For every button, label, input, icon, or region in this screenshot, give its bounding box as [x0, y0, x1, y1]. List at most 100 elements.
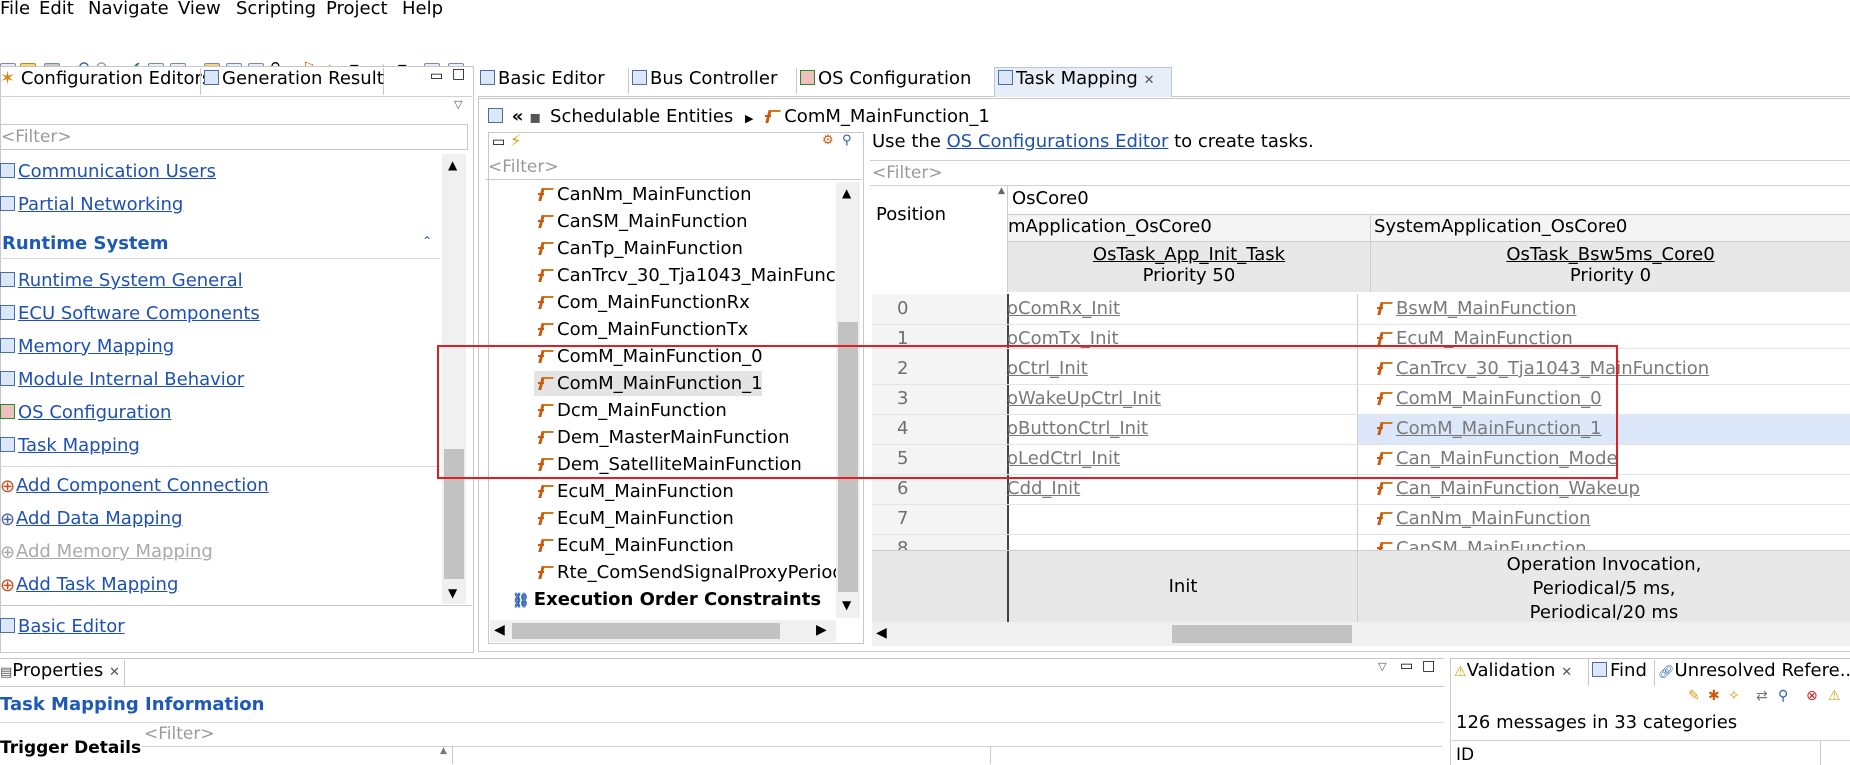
nav-communication-users[interactable]: Communication Users — [0, 161, 216, 182]
scroll-thumb[interactable] — [1172, 625, 1352, 643]
scroll-up-icon[interactable]: ▲ — [842, 186, 851, 200]
link-basic-editor[interactable]: Basic Editor — [0, 616, 125, 637]
filter-icon[interactable]: ⚲ — [1778, 688, 1788, 704]
task1-header[interactable]: OsTask_App_Init_Task Priority 50 — [1008, 242, 1371, 292]
tab-properties[interactable]: ▤Properties ✕ — [0, 660, 120, 688]
task-runnable-cell[interactable]: BswM_MainFunction — [1396, 298, 1577, 319]
task-runnable-cell[interactable]: ComM_MainFunction_1 — [1396, 418, 1602, 439]
tree-item[interactable]: CanSM_MainFunction — [538, 211, 748, 232]
table-row[interactable]: 6 Cdd_Init Can_MainFunction_Wakeup — [872, 474, 1850, 505]
init-runnable-cell[interactable]: oWakeUpCtrl_Init — [1007, 388, 1161, 409]
scroll-right-icon[interactable]: ▶ — [816, 622, 827, 638]
task-runnable-cell[interactable]: Can_MainFunction_Mode — [1396, 448, 1618, 469]
breadcrumb-first[interactable]: Schedulable Entities — [550, 106, 733, 127]
left-filter-input[interactable]: <Filter> — [0, 124, 468, 150]
section-runtime-system[interactable]: Runtime System ⌃ — [0, 228, 440, 259]
tree-item[interactable]: CanTp_MainFunction — [538, 238, 743, 259]
id-column-header[interactable]: ID — [1456, 745, 1474, 765]
menu-edit[interactable]: Edit — [39, 0, 74, 19]
tree-item[interactable]: ComM_MainFunction_0 — [538, 346, 763, 367]
nav-os-configuration[interactable]: OS Configuration — [0, 402, 171, 423]
scroll-thumb[interactable] — [838, 322, 858, 592]
init-runnable-cell[interactable]: oButtonCtrl_Init — [1007, 418, 1148, 439]
sort-icon[interactable]: ▲ — [998, 186, 1005, 196]
tab-generation-result[interactable]: Generation Result — [204, 68, 384, 96]
close-icon[interactable]: ✕ — [1144, 73, 1155, 88]
table-row[interactable]: 8 CanSM_MainFunction — [872, 534, 1850, 550]
view-menu-icon[interactable]: ▽ — [454, 98, 462, 111]
table-row[interactable]: 7 CanNm_MainFunction — [872, 504, 1850, 535]
action-add-data-mapping[interactable]: ⊕Add Data Mapping — [0, 508, 183, 530]
tab-configuration-editors[interactable]: ✶ Configuration Editors — [0, 68, 211, 96]
expand-icon[interactable]: ⇄ — [1756, 688, 1768, 704]
task-runnable-cell[interactable]: CanSM_MainFunction — [1396, 538, 1587, 550]
minimize-icon[interactable]: ▭ — [430, 68, 443, 84]
menu-view[interactable]: View — [178, 0, 221, 19]
nav-runtime-system-general[interactable]: Runtime System General — [0, 270, 243, 291]
tree-item[interactable]: Rte_ComSendSignalProxyPeriod — [538, 562, 838, 583]
grid-hscrollbar[interactable]: ◀ — [872, 622, 1850, 646]
menu-help[interactable]: Help — [402, 0, 443, 19]
scroll-down-icon[interactable]: ▼ — [842, 598, 851, 612]
quick-fix-icon[interactable]: ✧ — [1728, 688, 1740, 704]
table-row[interactable]: 5 oLedCtrl_Init Can_MainFunction_Mode — [872, 444, 1850, 475]
table-row[interactable]: 1 oComTx_Init EcuM_MainFunction — [872, 324, 1850, 349]
tree-hscrollbar[interactable]: ◀ ▶ — [490, 620, 836, 642]
lightning-icon[interactable]: ⚡ — [510, 131, 521, 150]
tab-os-configuration[interactable]: OS Configuration — [800, 68, 971, 96]
tab-validation[interactable]: ⚠Validation ✕ — [1454, 660, 1572, 688]
tree-item[interactable]: Dcm_MainFunction — [538, 400, 727, 421]
nav-partial-networking[interactable]: Partial Networking — [0, 194, 183, 215]
scroll-down-icon[interactable]: ▼ — [448, 586, 457, 600]
tree-execution-order-constraints[interactable]: ⛓ Execution Order Constraints — [512, 589, 821, 610]
collapse-all-icon[interactable]: ▭ — [492, 134, 505, 150]
scroll-left-icon[interactable]: ◀ — [494, 622, 505, 638]
table-row[interactable]: 0 oComRx_Init BswM_MainFunction — [872, 294, 1850, 325]
tree-item[interactable]: CanTrcv_30_Tja1043_MainFuncti — [538, 265, 848, 286]
solve-icon[interactable]: ✎ — [1688, 688, 1700, 704]
back-icon[interactable]: « — [512, 106, 524, 127]
close-icon[interactable]: ✕ — [109, 665, 120, 680]
table-row[interactable]: 2 oCtrl_Init CanTrcv_30_Tja1043_MainFuncti… — [872, 354, 1850, 385]
left-scrollbar[interactable]: ▲ ▼ — [442, 154, 466, 604]
tab-find[interactable]: Find — [1592, 660, 1647, 688]
grid-filter-input[interactable]: <Filter> — [870, 160, 1850, 186]
tree-item[interactable]: CanNm_MainFunction — [538, 184, 752, 205]
filter-icon[interactable]: ⚲ — [842, 133, 852, 148]
tree-item[interactable]: EcuM_MainFunction — [538, 535, 734, 556]
tree-item[interactable]: EcuM_MainFunction — [538, 481, 734, 502]
tab-basic-editor[interactable]: Basic Editor — [480, 68, 605, 96]
tree-item-selected[interactable]: ComM_MainFunction_1 — [538, 373, 763, 394]
tree-item[interactable]: Com_MainFunctionTx — [538, 319, 748, 340]
tree-filter-input[interactable]: <Filter> — [486, 155, 862, 180]
nav-task-mapping[interactable]: Task Mapping — [0, 435, 140, 456]
sort-icon[interactable]: ▲ — [440, 746, 447, 756]
tree-vscrollbar[interactable]: ▲ ▼ — [836, 182, 860, 618]
nav-ecu-software-components[interactable]: ECU Software Components — [0, 303, 260, 324]
minimize-icon[interactable]: ▭ — [1400, 658, 1413, 674]
init-runnable-cell[interactable]: oLedCtrl_Init — [1007, 448, 1120, 469]
task-runnable-cell[interactable]: EcuM_MainFunction — [1396, 328, 1573, 348]
position-header-cell[interactable]: Position ▲ — [872, 186, 1008, 292]
view-menu-icon[interactable]: ▽ — [1378, 660, 1386, 673]
tab-task-mapping[interactable]: Task Mapping ✕ — [998, 68, 1154, 96]
tree-item[interactable]: Dem_MasterMainFunction — [538, 427, 789, 448]
scroll-up-icon[interactable]: ▲ — [448, 158, 457, 172]
os-configurations-editor-link[interactable]: OS Configurations Editor — [947, 131, 1169, 152]
tree-item[interactable]: Dem_SatelliteMainFunction — [538, 454, 802, 475]
menu-project[interactable]: Project — [326, 0, 388, 19]
init-runnable-cell[interactable]: oComTx_Init — [1007, 328, 1119, 348]
tab-bus-controller[interactable]: Bus Controller — [632, 68, 777, 96]
tab-unresolved-references[interactable]: 🔗︎Unresolved Refere... — [1658, 660, 1850, 688]
nav-memory-mapping[interactable]: Memory Mapping — [0, 336, 174, 357]
scroll-left-icon[interactable]: ◀ — [876, 625, 887, 641]
nav-module-internal-behavior[interactable]: Module Internal Behavior — [0, 369, 244, 390]
task-runnable-cell[interactable]: CanTrcv_30_Tja1043_MainFunction — [1396, 358, 1709, 379]
error-icon[interactable]: ⊗ — [1806, 688, 1818, 704]
init-runnable-cell[interactable]: Cdd_Init — [1007, 478, 1080, 499]
task-runnable-cell[interactable]: ComM_MainFunction_0 — [1396, 388, 1602, 409]
breadcrumb-second[interactable]: ComM_MainFunction_1 — [784, 106, 990, 127]
filter-settings-icon[interactable]: ⚙ — [822, 133, 834, 148]
properties-filter-input[interactable]: <Filter> — [142, 724, 1442, 747]
menu-scripting[interactable]: Scripting — [236, 0, 316, 19]
